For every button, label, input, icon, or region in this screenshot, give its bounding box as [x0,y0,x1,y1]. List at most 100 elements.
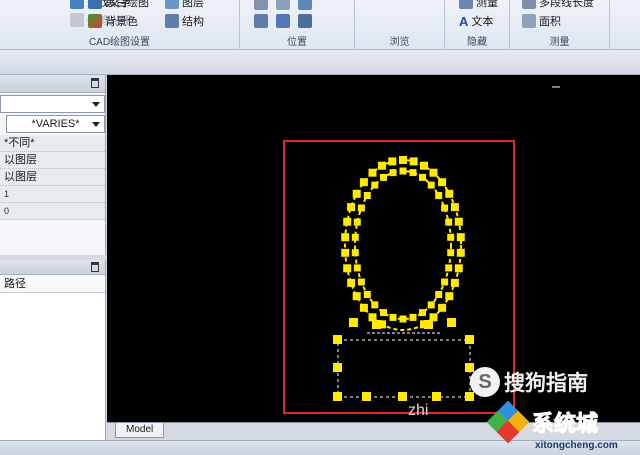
oval-inner-grip [441,204,449,212]
base-grip [465,335,474,344]
move-icon[interactable] [254,14,268,28]
oval-inner-grip [427,301,435,309]
oval-outer-grip [378,161,386,170]
oval-outer-grip [429,168,438,177]
zoom-extents-icon[interactable] [276,14,290,28]
oval-outer-grip [352,189,361,198]
structure-button[interactable]: 结构 [165,13,204,29]
object-type-select[interactable] [0,95,105,113]
oval-inner-grip [399,167,407,175]
tab-model[interactable]: Model [115,423,165,438]
text-button[interactable]: A 文本 [459,13,493,29]
oval-outer-grip [450,278,459,287]
oval-inner-grip [441,278,449,286]
paths-panel: 路径 [0,260,106,440]
zoom-window-icon[interactable] [276,0,290,10]
layer-button[interactable]: 图层 [165,0,204,10]
pin-icon[interactable] [91,262,99,272]
ribbon-group-cad-settings: 查找文字 修剪光栅 黑白绘图 黑白绘图 图层 背景色 [0,0,240,50]
oval-outer-grip [450,203,459,212]
find-icon [70,0,84,9]
oval-inner-grip [380,173,387,181]
oval-inner-grip [363,291,371,298]
oval-outer-grip [456,248,465,257]
oval-inner-grip [371,181,379,189]
base-grip [424,320,433,329]
base-grip [447,318,456,327]
group-label-cad-settings: CAD绘图设置 [88,37,151,48]
xitong-watermark: 系统城 [486,400,599,444]
view-dropdown-icon[interactable] [298,14,312,28]
zoom-icon[interactable] [298,0,312,10]
oval-outer-grip [359,303,368,312]
polyline-icon [522,0,536,9]
selected-entities [333,156,474,401]
zhi-watermark: zhi [408,402,429,419]
properties-panel-header [0,75,105,93]
oval-inner-grip [363,192,371,199]
base-grip [372,320,381,329]
paths-panel-header [0,260,105,275]
oval-inner-grip [357,278,365,286]
base-grip [333,392,342,401]
oval-inner-grip [380,309,387,317]
pan-icon[interactable] [254,0,268,10]
oval-outer-grip [347,203,356,212]
plot-icon [88,0,102,9]
oval-inner-grip [419,309,426,317]
oval-inner-grip [445,218,453,226]
chevron-down-icon [92,122,100,127]
ribbon-toolbar: 查找文字 修剪光栅 黑白绘图 黑白绘图 图层 背景色 [0,0,640,50]
oval-inner-grip [353,264,361,272]
group-label-browse: 浏览 [389,37,410,48]
palette-icon [88,14,102,28]
oval-outer-grip [420,161,428,170]
property-row-thickness[interactable]: 0 [0,203,105,220]
oval-outer-grip [454,217,463,226]
measure-button[interactable]: 测量 [459,0,498,10]
layer-value-select[interactable]: *VARIES* [6,115,105,133]
base-grip [349,318,358,327]
base-grip [398,392,407,401]
oval-outer-grip [341,248,350,257]
oval-inner-grip [427,181,435,189]
oval-inner-grip [447,233,455,241]
black-white-plot-button[interactable]: 黑白绘图 [88,0,149,10]
ribbon-bottom-bar [0,50,640,75]
property-row-linetype[interactable]: 以图层 [0,152,105,169]
properties-panel: *VARIES* *不同* 以图层 以图层 1 0 [0,75,106,255]
area-button[interactable]: 面积 [522,13,561,29]
oval-outer-grip [409,157,418,166]
oval-outer-grip [454,264,463,273]
property-row-color[interactable]: *不同* [0,135,105,152]
oval-outer-grip [343,264,352,273]
pin-icon[interactable] [91,78,99,88]
oval-inner-grip [447,249,455,257]
oval-outer-grip [445,189,454,198]
xitong-url-watermark: xitongcheng.com [535,440,618,451]
group-label-measure: 测量 [549,37,570,48]
oval-inner-grip [409,169,417,177]
oval-inner-grip [357,204,365,212]
text-a-icon: A [459,13,469,29]
property-row-lineweight[interactable]: 以图层 [0,169,105,186]
oval-outer-grip [456,233,465,242]
property-list: *不同* 以图层 以图层 1 0 [0,135,105,220]
paths-column-header: 路径 [0,275,105,293]
background-color-button[interactable]: 背景色 [88,13,138,29]
layers-icon [165,0,179,9]
group-label-position: 位置 [287,37,307,48]
group-label-hide: 隐藏 [467,37,487,48]
property-row-scale[interactable]: 1 [0,186,105,203]
oval-inner-grip [351,233,359,241]
oval-inner-grip [419,173,426,181]
polyline-length-button[interactable]: 多段线长度 [522,0,594,10]
oval-outer-grip [399,156,407,164]
xitong-logo-icon [486,400,530,444]
oval-outer-grip [352,292,361,301]
oval-outer-grip [368,168,377,177]
base-grip [333,363,342,372]
trim-icon [70,13,84,27]
oval-outer-grip [343,217,352,226]
oval-inner-grip [435,291,443,298]
